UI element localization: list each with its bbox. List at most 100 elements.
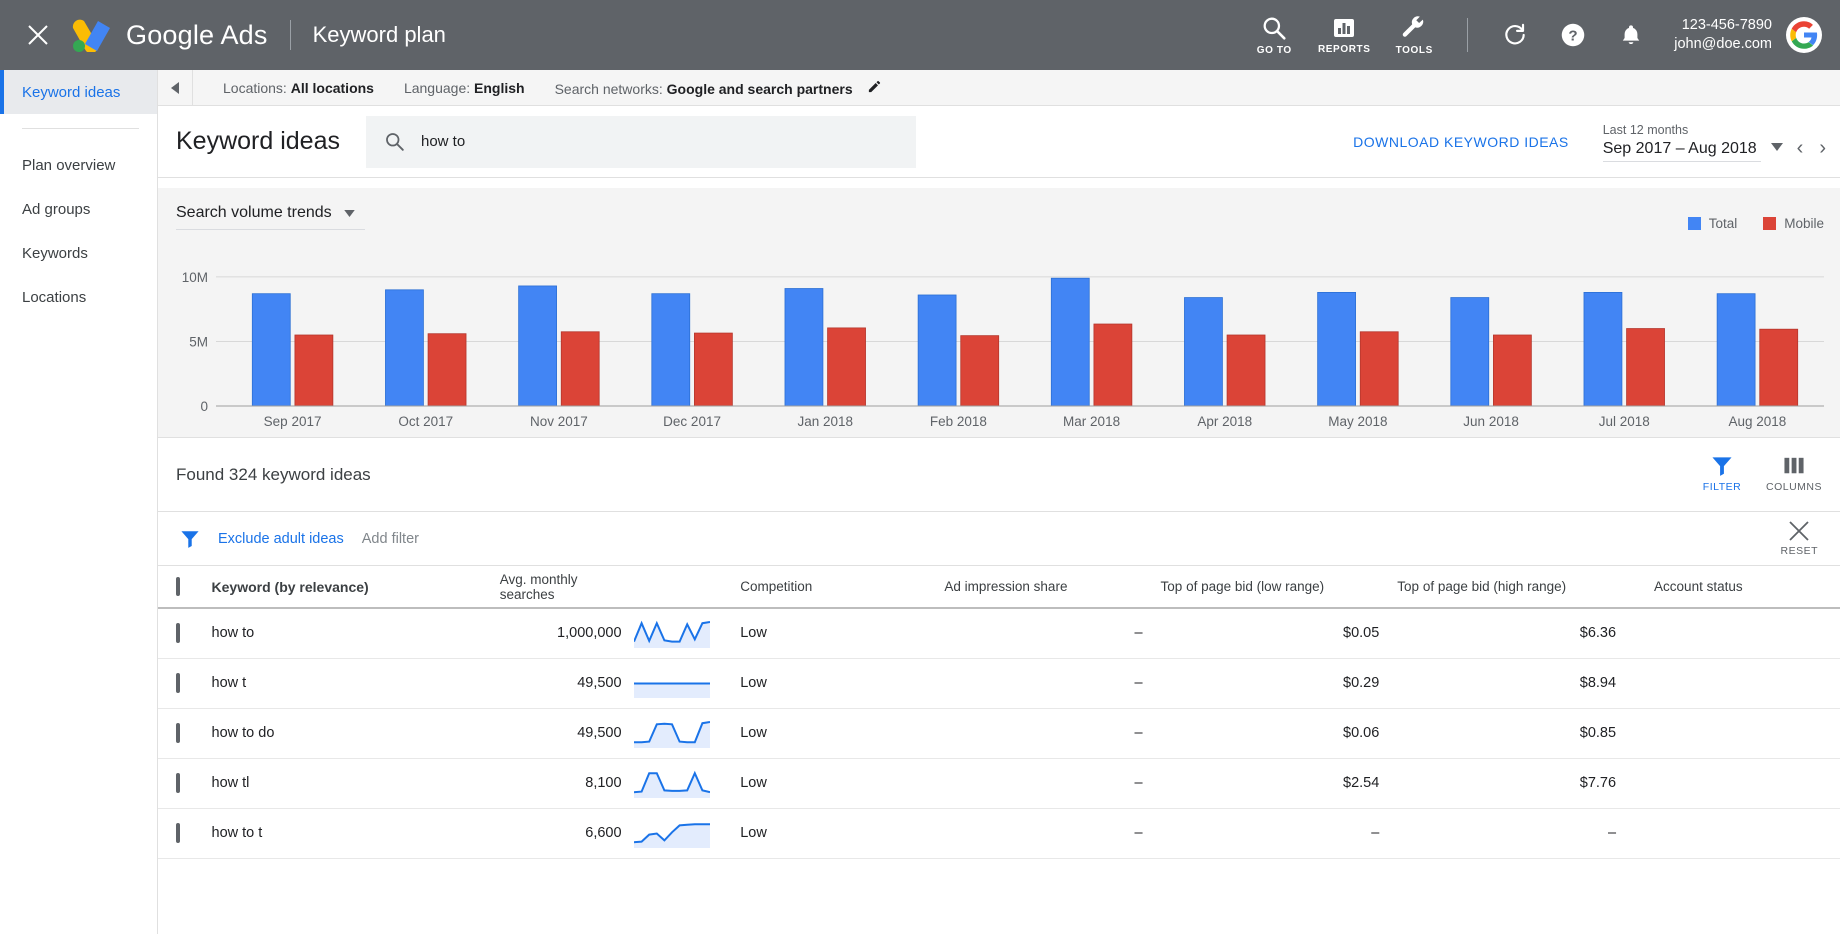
cell-ad-impression-share: –	[944, 858, 1160, 866]
cell-avg-monthly-searches: 8,100	[500, 758, 634, 808]
pencil-icon	[867, 79, 882, 94]
table-row[interactable]: how tl8,100Low–$2.54$7.76	[158, 758, 1840, 808]
header-ad-impression-share[interactable]: Ad impression share	[944, 566, 1160, 608]
svg-text:Jan 2018: Jan 2018	[797, 414, 853, 429]
header-competition[interactable]: Competition	[728, 566, 944, 608]
cell-competition: Low	[728, 858, 944, 866]
table-row[interactable]: how tos4,400Low–$0.01$10.50	[158, 858, 1840, 866]
add-filter-button[interactable]: Add filter	[362, 531, 419, 547]
search-networks-filter[interactable]: Search networks: Google and search partn…	[555, 79, 882, 97]
date-range-preset: Last 12 months	[1603, 122, 1761, 138]
row-checkbox[interactable]	[176, 773, 180, 793]
topbar-divider	[290, 20, 291, 50]
filter-button[interactable]: FILTER	[1690, 456, 1754, 493]
cell-avg-monthly-searches: 6,600	[500, 808, 634, 858]
date-prev-button[interactable]: ‹	[1789, 137, 1812, 160]
cell-account-status	[1634, 708, 1840, 758]
main-content: Locations: All locations Language: Engli…	[158, 70, 1840, 934]
cell-ad-impression-share: –	[944, 808, 1160, 858]
language-filter[interactable]: Language: English	[404, 80, 525, 96]
reset-filters-button[interactable]: RESET	[1780, 520, 1840, 557]
sidebar-item-keywords[interactable]: Keywords	[0, 231, 157, 275]
row-checkbox[interactable]	[176, 673, 180, 693]
cell-keyword: how t	[212, 658, 500, 708]
header-keyword[interactable]: Keyword (by relevance)	[212, 566, 500, 608]
topbar-actions: GO TO REPORTS TOOLS	[1239, 0, 1840, 70]
search-icon	[1261, 15, 1287, 41]
chart-legend: Total Mobile	[1662, 216, 1824, 231]
header-avg-monthly-searches[interactable]: Avg. monthly searches	[500, 566, 634, 608]
row-checkbox[interactable]	[176, 823, 180, 843]
tools-button[interactable]: TOOLS	[1385, 15, 1443, 56]
sidebar-group: Plan overview Ad groups Keywords Locatio…	[0, 143, 157, 319]
cell-account-status	[1634, 758, 1840, 808]
reports-button[interactable]: REPORTS	[1315, 16, 1373, 55]
search-input[interactable]: how to	[366, 116, 916, 168]
svg-text:May 2018: May 2018	[1328, 414, 1387, 429]
header-account-status[interactable]: Account status	[1634, 566, 1840, 608]
notifications-button[interactable]	[1608, 12, 1654, 58]
row-checkbox[interactable]	[176, 623, 180, 643]
select-all-checkbox[interactable]	[176, 577, 180, 596]
cell-sparkline	[634, 708, 729, 758]
language-value: English	[474, 80, 525, 96]
sidebar-item-plan-overview[interactable]: Plan overview	[0, 143, 157, 187]
download-keyword-ideas-button[interactable]: DOWNLOAD KEYWORD IDEAS	[1353, 134, 1569, 150]
table-tool-buttons: FILTER COLUMNS	[1682, 456, 1840, 493]
refresh-button[interactable]	[1492, 12, 1538, 58]
sidebar-item-locations[interactable]: Locations	[0, 275, 157, 319]
table-body: how to1,000,000Low–$0.05$6.36how t49,500…	[158, 608, 1840, 866]
cell-competition: Low	[728, 608, 944, 658]
help-button[interactable]: ?	[1550, 12, 1596, 58]
svg-text:Aug 2018: Aug 2018	[1729, 414, 1787, 429]
svg-text:Jun 2018: Jun 2018	[1463, 414, 1519, 429]
legend-item-total[interactable]: Total	[1688, 216, 1738, 231]
svg-text:Sep 2017: Sep 2017	[264, 414, 322, 429]
sidebar-item-ad-groups[interactable]: Ad groups	[0, 187, 157, 231]
table-row[interactable]: how t49,500Low–$0.29$8.94	[158, 658, 1840, 708]
avatar[interactable]	[1786, 17, 1822, 53]
cell-bid-low: $0.06	[1161, 708, 1398, 758]
table-row[interactable]: how to t6,600Low–––	[158, 808, 1840, 858]
active-filters-row: Exclude adult ideas Add filter RESET	[158, 512, 1840, 566]
cell-ad-impression-share: –	[944, 658, 1160, 708]
date-next-button[interactable]: ›	[1811, 137, 1834, 160]
results-summary-row: Found 324 keyword ideas FILTER COLUMNS	[158, 438, 1840, 512]
results-count: Found 324 keyword ideas	[176, 465, 371, 485]
help-icon: ?	[1560, 22, 1586, 48]
svg-text:Dec 2017: Dec 2017	[663, 414, 721, 429]
edit-targeting-button[interactable]	[867, 79, 882, 94]
svg-text:Nov 2017: Nov 2017	[530, 414, 588, 429]
date-range-dropdown-button[interactable]	[1771, 138, 1783, 156]
cell-avg-monthly-searches: 1,000,000	[500, 608, 634, 658]
svg-text:Mar 2018: Mar 2018	[1063, 414, 1120, 429]
table-head: Keyword (by relevance) Avg. monthly sear…	[158, 566, 1840, 608]
cell-bid-low: $0.05	[1161, 608, 1398, 658]
chart-metric-dropdown[interactable]: Search volume trends	[176, 204, 365, 230]
google-ads-logo[interactable]: Google Ads	[70, 18, 268, 52]
locations-filter[interactable]: Locations: All locations	[223, 80, 374, 96]
table-row[interactable]: how to do49,500Low–$0.06$0.85	[158, 708, 1840, 758]
cell-competition: Low	[728, 758, 944, 808]
collapse-panel-button[interactable]	[160, 81, 190, 95]
account-info[interactable]: 123-456-7890 john@doe.com	[1674, 16, 1772, 54]
cell-ad-impression-share: –	[944, 708, 1160, 758]
sidebar-item-keyword-ideas[interactable]: Keyword ideas	[0, 70, 157, 114]
header-bid-high[interactable]: Top of page bid (high range)	[1397, 566, 1634, 608]
svg-text:Apr 2018: Apr 2018	[1197, 414, 1252, 429]
go-to-button[interactable]: GO TO	[1245, 15, 1303, 56]
date-range-selector[interactable]: Last 12 months Sep 2017 – Aug 2018 ‹ ›	[1603, 122, 1834, 162]
close-button[interactable]	[16, 13, 60, 57]
refresh-icon	[1502, 22, 1528, 48]
cell-competition: Low	[728, 658, 944, 708]
columns-icon	[1783, 456, 1805, 476]
sidebar: Keyword ideas Plan overview Ad groups Ke…	[0, 70, 158, 934]
legend-label-mobile: Mobile	[1784, 216, 1824, 231]
header-bid-low[interactable]: Top of page bid (low range)	[1161, 566, 1398, 608]
legend-item-mobile[interactable]: Mobile	[1763, 216, 1824, 231]
sidebar-item-label: Plan overview	[22, 157, 115, 174]
row-checkbox[interactable]	[176, 723, 180, 743]
columns-button[interactable]: COLUMNS	[1762, 456, 1826, 493]
filter-chip-exclude-adult-ideas[interactable]: Exclude adult ideas	[218, 531, 344, 547]
table-row[interactable]: how to1,000,000Low–$0.05$6.36	[158, 608, 1840, 658]
